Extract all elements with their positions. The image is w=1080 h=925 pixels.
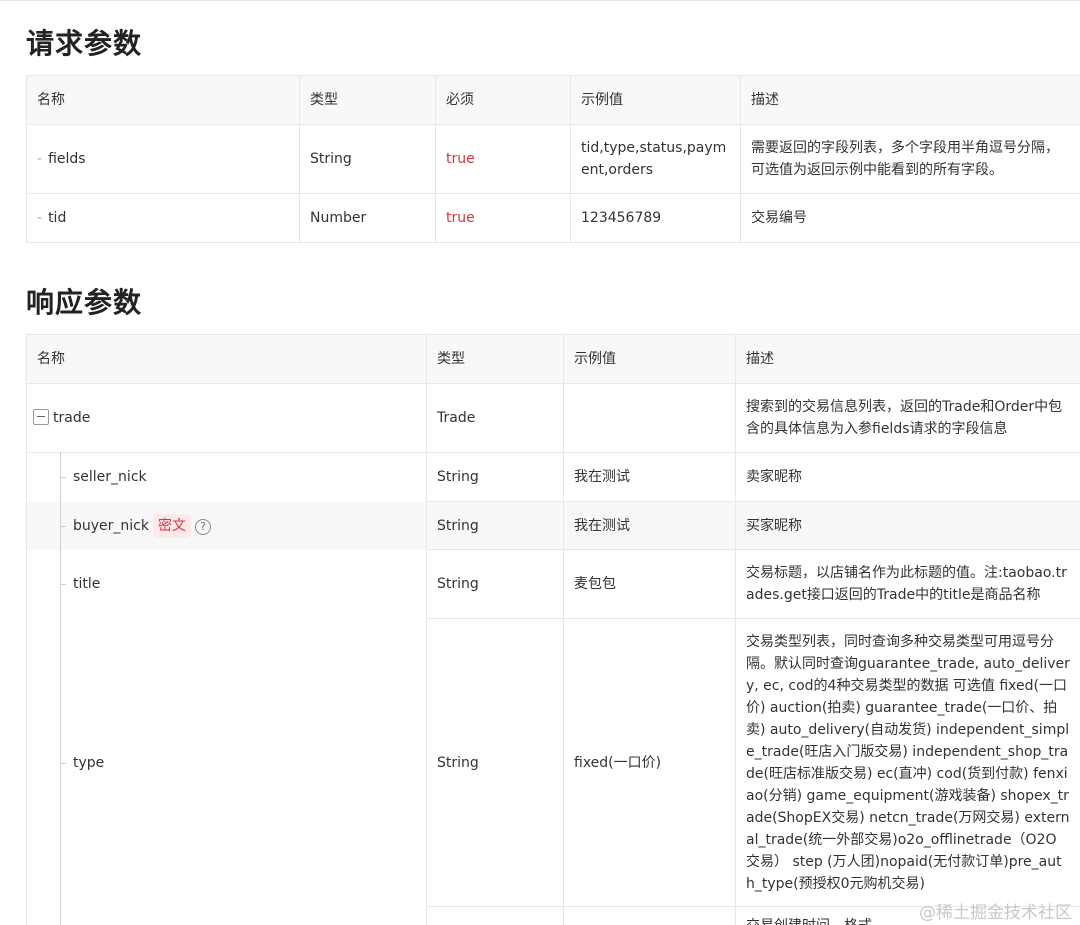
param-desc: 交易编号	[740, 193, 1080, 243]
param-required: true	[435, 124, 571, 194]
response-params-title: 响应参数	[26, 286, 143, 319]
param-name: type	[73, 754, 105, 771]
param-example: 我在测试	[563, 501, 736, 550]
header-name: 名称	[26, 334, 427, 384]
top-divider	[0, 0, 1080, 3]
param-example: fixed(一口价)	[563, 618, 736, 907]
tree-connector-line	[60, 452, 61, 925]
param-name: tid	[48, 210, 67, 226]
param-desc: 需要返回的字段列表，多个字段用半角逗号分隔，可选值为返回示例中能看到的所有字段。	[740, 124, 1080, 194]
table-row: buyer_nick 密文? String 我在测试 买家昵称	[26, 501, 1080, 550]
param-name: trade	[53, 410, 91, 426]
param-example: 麦包包	[563, 549, 736, 619]
table-row: - fields String true tid,type,status,paym…	[26, 124, 1080, 194]
param-example: 123456789	[570, 193, 741, 243]
param-type: String	[299, 124, 436, 194]
header-desc: 描述	[735, 334, 1080, 384]
response-params-table: 名称 类型 示例值 描述 trade Trade 搜索到的交易信息列表，返回的T…	[26, 334, 1080, 925]
tree-tick	[60, 477, 66, 478]
header-type: 类型	[299, 75, 436, 125]
param-desc: 交易标题，以店铺名作为此标题的值。注:taobao.trades.get接口返回…	[735, 549, 1080, 619]
param-desc: 搜索到的交易信息列表，返回的Trade和Order中包含的具体信息为入参fiel…	[735, 383, 1080, 453]
param-type: String	[426, 452, 564, 502]
table-row: type String fixed(一口价) 交易类型列表，同时查询多种交易类型…	[26, 618, 1080, 907]
param-name: title	[73, 576, 101, 592]
param-example: 我在测试	[563, 452, 736, 502]
help-icon[interactable]: ?	[194, 518, 211, 535]
request-header-row: 名称 类型 必须 示例值 描述	[26, 75, 1080, 125]
watermark: @稀土掘金技术社区	[919, 903, 1072, 923]
response-header-row: 名称 类型 示例值 描述	[26, 334, 1080, 384]
param-example	[563, 906, 736, 925]
table-row: seller_nick String 我在测试 卖家昵称	[26, 452, 1080, 502]
tree-tick	[60, 763, 66, 764]
param-name: seller_nick	[73, 469, 147, 486]
param-desc: 交易类型列表，同时查询多种交易类型可用逗号分隔。默认同时查询guarantee_…	[735, 618, 1080, 907]
param-type	[426, 906, 564, 925]
table-row: trade Trade 搜索到的交易信息列表，返回的Trade和Order中包含…	[26, 383, 1080, 453]
header-example: 示例值	[563, 334, 736, 384]
param-required: true	[435, 193, 571, 243]
table-row: - tid Number true 123456789 交易编号	[26, 193, 1080, 243]
param-type: String	[426, 549, 564, 619]
param-example: tid,type,status,payment,orders	[570, 124, 741, 194]
header-example: 示例值	[570, 75, 741, 125]
param-name: buyer_nick	[73, 517, 149, 534]
tree-tick	[60, 526, 66, 527]
param-type: Number	[299, 193, 436, 243]
param-type: String	[426, 501, 564, 550]
header-name: 名称	[26, 75, 300, 125]
header-type: 类型	[426, 334, 564, 384]
collapse-icon[interactable]	[33, 409, 49, 425]
encrypted-badge: 密文	[152, 513, 191, 538]
header-required: 必须	[435, 75, 571, 125]
param-type: Trade	[426, 383, 564, 453]
tree-dash-icon: -	[37, 210, 43, 226]
request-params-table: 名称 类型 必须 示例值 描述 - fields String true tid,…	[26, 75, 1080, 243]
param-example	[563, 383, 736, 453]
tree-dash-icon: -	[37, 151, 43, 167]
header-desc: 描述	[740, 75, 1080, 125]
tree-tick	[60, 584, 66, 585]
param-type: String	[426, 618, 564, 907]
param-desc: 卖家昵称	[735, 452, 1080, 502]
param-name: fields	[48, 151, 86, 167]
param-desc: 买家昵称	[735, 501, 1080, 550]
table-row: title String 麦包包 交易标题，以店铺名作为此标题的值。注:taob…	[26, 549, 1080, 619]
request-params-title: 请求参数	[26, 27, 143, 60]
